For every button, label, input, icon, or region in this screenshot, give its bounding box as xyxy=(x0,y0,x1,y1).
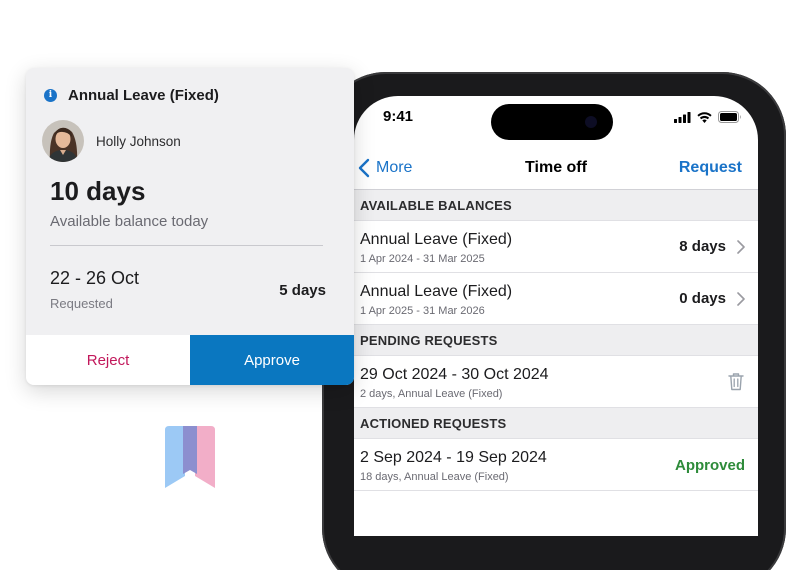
balance-row-title: Annual Leave (Fixed) xyxy=(360,283,513,300)
approved-status-label: Approved xyxy=(674,457,745,474)
chevron-right-icon xyxy=(737,240,745,254)
actioned-request-details: 18 days, Annual Leave (Fixed) xyxy=(360,471,509,483)
requested-dates: 22 - 26 Oct xyxy=(50,268,140,288)
available-balance-value: 10 days xyxy=(50,176,146,206)
pending-request-details: 2 days, Annual Leave (Fixed) xyxy=(360,388,503,400)
employee: Holly Johnson xyxy=(42,120,181,162)
balance-row-title: Annual Leave (Fixed) xyxy=(360,231,513,248)
requested-label: Requested xyxy=(50,296,113,311)
card-header: i Annual Leave (Fixed) xyxy=(44,87,219,104)
bookmark-logo-icon xyxy=(165,426,215,488)
chevron-right-icon xyxy=(737,292,745,306)
wifi-icon xyxy=(697,111,712,123)
section-header-available-balances: AVAILABLE BALANCES xyxy=(354,190,758,221)
status-bar: 9:41 xyxy=(354,96,758,140)
section-header-actioned-requests: ACTIONED REQUESTS xyxy=(354,408,758,439)
reject-button[interactable]: Reject xyxy=(26,335,190,385)
avatar xyxy=(42,120,84,162)
requested-days: 5 days xyxy=(279,282,326,299)
card-actions: Reject Approve xyxy=(26,335,354,385)
balance-row-value: 8 days xyxy=(679,238,726,255)
pending-request-row[interactable]: 29 Oct 2024 - 30 Oct 2024 2 days, Annual… xyxy=(354,356,758,408)
status-icons xyxy=(674,110,742,124)
phone-screen: 9:41 More Time off Request AVAILABLE BAL… xyxy=(354,96,758,536)
balance-row-period: 1 Apr 2024 - 31 Mar 2025 xyxy=(360,253,485,265)
divider xyxy=(50,245,323,246)
pending-request-dates: 29 Oct 2024 - 30 Oct 2024 xyxy=(360,366,549,383)
balance-row[interactable]: Annual Leave (Fixed) 1 Apr 2024 - 31 Mar… xyxy=(354,221,758,273)
cellular-signal-icon xyxy=(674,111,691,123)
balance-row-value: 0 days xyxy=(679,290,726,307)
balance-row[interactable]: Annual Leave (Fixed) 1 Apr 2025 - 31 Mar… xyxy=(354,273,758,325)
trash-icon[interactable] xyxy=(728,372,744,391)
balance-row-period: 1 Apr 2025 - 31 Mar 2026 xyxy=(360,305,485,317)
front-camera xyxy=(585,116,597,128)
status-time: 9:41 xyxy=(383,108,414,125)
employee-name: Holly Johnson xyxy=(96,133,181,149)
time-off-list: AVAILABLE BALANCES Annual Leave (Fixed) … xyxy=(354,190,758,491)
approval-card: i Annual Leave (Fixed) Holly Johnson 10 … xyxy=(26,68,354,385)
available-balance-label: Available balance today xyxy=(50,213,209,230)
actioned-request-dates: 2 Sep 2024 - 19 Sep 2024 xyxy=(360,449,547,466)
navigation-bar: More Time off Request xyxy=(354,150,758,190)
employee-photo xyxy=(42,120,84,162)
actioned-request-row[interactable]: 2 Sep 2024 - 19 Sep 2024 18 days, Annual… xyxy=(354,439,758,491)
battery-icon xyxy=(718,111,741,123)
request-button[interactable]: Request xyxy=(679,159,742,177)
approve-button[interactable]: Approve xyxy=(190,335,354,385)
dynamic-island xyxy=(491,104,613,140)
card-title: Annual Leave (Fixed) xyxy=(68,87,219,104)
info-icon: i xyxy=(44,89,57,102)
section-header-pending-requests: PENDING REQUESTS xyxy=(354,325,758,356)
